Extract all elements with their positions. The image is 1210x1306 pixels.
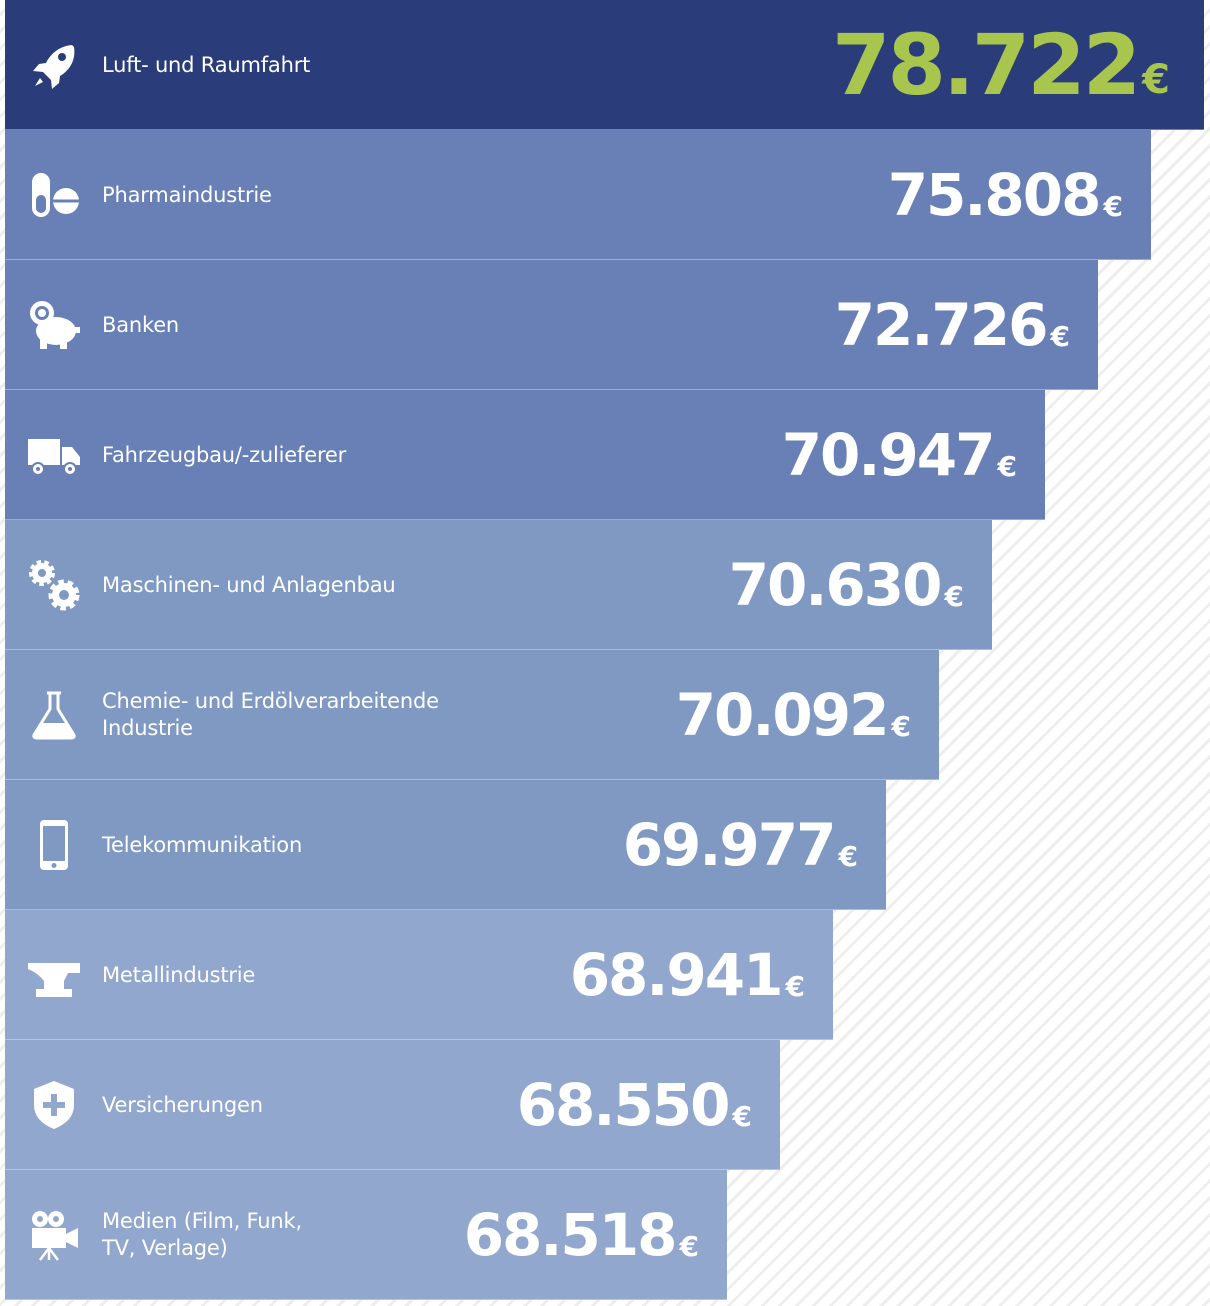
bar-category-label: Banken [102,312,180,337]
bar-value-label: 68.518 € [464,1170,699,1300]
bar: Medien (Film, Funk, TV, Verlage) 68.518 € [5,1170,727,1300]
truck-icon [25,427,83,483]
value-number: 72.726 [834,291,1049,359]
value-number: 68.550 [516,1071,731,1139]
bar-value-label: 68.550 € [517,1040,752,1170]
currency-symbol: € [997,449,1017,483]
bar-category-label: Maschinen- und Anlagenbau [102,572,396,597]
bar-value-label: 72.726 € [835,260,1070,390]
anvil-icon [25,947,83,1003]
bar-value-label: 68.941 € [570,910,805,1040]
salary-bar-chart: Luft- und Raumfahrt 78.722 € Pharmaindustri… [0,0,1210,1306]
bar: Luft- und Raumfahrt 78.722 € [5,0,1204,130]
flask-icon [25,687,83,743]
currency-symbol: € [1142,57,1170,103]
piggy-bank-icon [25,297,83,353]
pill-icon [25,167,83,223]
currency-symbol: € [785,969,805,1003]
currency-symbol: € [1103,189,1123,223]
value-number: 68.518 [463,1201,678,1269]
currency-symbol: € [838,839,858,873]
currency-symbol: € [944,579,964,613]
bar-value-label: 69.977 € [623,780,858,910]
gears-icon [25,557,83,613]
bar: Telekommunikation 69.977 € [5,780,886,910]
bar: Chemie- und Erdölverarbeitende Industrie… [5,650,939,780]
value-number: 70.092 [675,681,890,749]
bar-category-label: Luft- und Raumfahrt [102,52,311,77]
bar-value-label: 75.808 € [888,130,1123,260]
bar: Maschinen- und Anlagenbau 70.630 € [5,520,992,650]
bar-category-label: Pharmaindustrie [102,182,272,207]
currency-symbol: € [1050,319,1070,353]
rocket-icon [25,37,83,93]
bar: Versicherungen 68.550 € [5,1040,780,1170]
value-number: 70.630 [728,551,943,619]
value-number: 70.947 [781,421,996,489]
bar-value-label: 70.630 € [729,520,964,650]
bar-value-label: 70.092 € [676,650,911,780]
bar-value-label: 78.722 € [832,0,1170,130]
bar-category-label: Versicherungen [102,1092,263,1117]
currency-symbol: € [891,709,911,743]
currency-symbol: € [679,1229,699,1263]
bar-category-label: Fahrzeugbau/-zulieferer [102,442,347,467]
bar-category-label: Chemie- und Erdölverarbeitende Industrie [102,689,439,740]
bar-value-label: 70.947 € [782,390,1017,520]
bar: Metallindustrie 68.941 € [5,910,833,1040]
bar: Banken 72.726 € [5,260,1098,390]
smartphone-icon [25,817,83,873]
bar: Fahrzeugbau/-zulieferer 70.947 € [5,390,1045,520]
shield-plus-icon [25,1077,83,1133]
currency-symbol: € [732,1099,752,1133]
bar: Pharmaindustrie 75.808 € [5,130,1151,260]
value-number: 69.977 [622,811,837,879]
movie-camera-icon [25,1207,83,1263]
bar-category-label: Metallindustrie [102,962,256,987]
value-number: 78.722 [832,16,1141,114]
value-number: 68.941 [569,941,784,1009]
bar-category-label: Telekommunikation [102,832,303,857]
value-number: 75.808 [887,161,1102,229]
